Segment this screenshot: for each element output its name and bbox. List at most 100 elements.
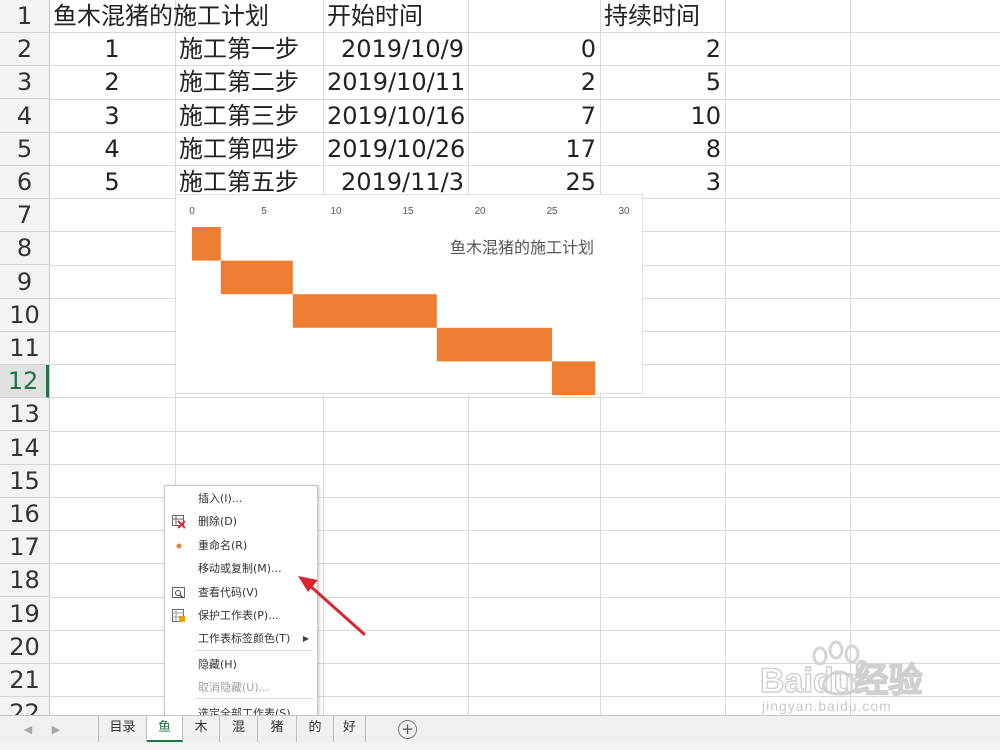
- menu-separator: [195, 650, 313, 651]
- x-tick-label: 30: [618, 206, 630, 217]
- gantt-bar[interactable]: [552, 361, 596, 395]
- cell-c1[interactable]: 开始时间: [323, 0, 469, 33]
- cell-d5[interactable]: 17: [468, 133, 600, 166]
- row-header[interactable]: 13: [0, 398, 49, 432]
- status-bar: [0, 743, 1000, 750]
- menu-item-label: 删除(D): [198, 515, 238, 528]
- x-tick-label: 5: [261, 206, 267, 217]
- watermark-url: jingyan.baidu.com: [762, 698, 892, 714]
- gantt-chart[interactable]: 0 5 10 15 20 25 30 鱼木混猪的施工计划: [175, 194, 643, 395]
- row-header[interactable]: 5: [0, 133, 49, 166]
- cell-e1[interactable]: 持续时间: [600, 0, 725, 33]
- baidu-paw-logo-icon: Baidu经验: [759, 640, 923, 701]
- cell-a5[interactable]: 4: [49, 133, 175, 166]
- column-gridline: [725, 0, 726, 715]
- sheet-tab[interactable]: 鱼: [147, 716, 183, 742]
- row-header[interactable]: 4: [0, 100, 49, 133]
- row-header[interactable]: 11: [0, 332, 49, 365]
- cell-b4[interactable]: 施工第三步: [175, 100, 325, 133]
- cell-a6[interactable]: 5: [49, 166, 175, 199]
- cell-e2[interactable]: 2: [600, 33, 725, 66]
- row-header[interactable]: 22: [0, 697, 49, 715]
- menu-item-label: 保护工作表(P)...: [198, 609, 279, 622]
- chart-title: 鱼木混猪的施工计划: [450, 238, 594, 257]
- sheet-tab[interactable]: 目录: [98, 716, 147, 742]
- cell-a3[interactable]: 2: [49, 66, 175, 99]
- sheet-tab[interactable]: 好: [334, 716, 366, 742]
- cell-e4[interactable]: 10: [600, 100, 725, 133]
- row-header[interactable]: 20: [0, 631, 49, 664]
- gantt-bar[interactable]: [192, 227, 221, 261]
- cell-c3[interactable]: 2019/10/11: [323, 66, 468, 99]
- x-tick-label: 15: [402, 206, 414, 217]
- menu-item[interactable]: 隐藏(H): [165, 654, 317, 676]
- row-header[interactable]: 21: [0, 664, 49, 697]
- tab-scroll-left-icon[interactable]: ◀: [20, 722, 36, 738]
- gantt-bar[interactable]: [220, 260, 293, 295]
- row-gridline: [49, 463, 1000, 465]
- sheet-tab[interactable]: 的: [297, 716, 334, 742]
- view-code-icon: [172, 586, 186, 600]
- row-header[interactable]: 6: [0, 166, 49, 199]
- menu-item-label: 插入(I)...: [198, 492, 243, 505]
- cell-d4[interactable]: 7: [468, 100, 600, 133]
- row-header[interactable]: 1: [0, 0, 49, 33]
- gantt-chart-svg: 0 5 10 15 20 25 30 鱼木混猪的施工计划: [189, 206, 630, 395]
- menu-separator: [195, 698, 313, 699]
- bullet-dot-icon: [172, 539, 186, 553]
- sheet-tab[interactable]: 混: [220, 716, 258, 742]
- row-headers: 1 2 3 4 5 6 7 8 9 10 11 12 13 14 15 16 17 18 19 20 21 22: [0, 0, 50, 715]
- delete-sheet-icon: [172, 515, 186, 529]
- menu-item-label: 查看代码(V): [198, 586, 259, 599]
- cell-c4[interactable]: 2019/10/16: [323, 100, 468, 133]
- row-header[interactable]: 8: [0, 232, 49, 266]
- row-header[interactable]: 16: [0, 498, 49, 531]
- row-header[interactable]: 18: [0, 564, 49, 598]
- row-header[interactable]: 17: [0, 531, 49, 565]
- row-header[interactable]: 10: [0, 299, 49, 332]
- sheet-tab[interactable]: 木: [183, 716, 220, 742]
- row-header[interactable]: 12: [0, 365, 49, 399]
- cell-a4[interactable]: 3: [49, 100, 175, 133]
- cell-e3[interactable]: 5: [600, 66, 725, 99]
- row-header[interactable]: 14: [0, 432, 49, 465]
- x-tick-label: 10: [330, 206, 342, 217]
- cell-c5[interactable]: 2019/10/26: [323, 133, 468, 166]
- annotation-arrow-icon: [298, 576, 366, 636]
- x-tick-label: 0: [189, 206, 195, 217]
- menu-item[interactable]: 删除(D): [165, 511, 317, 533]
- menu-item: 取消隐藏(U)...: [165, 677, 317, 699]
- sheet-tab[interactable]: 猪: [258, 716, 297, 742]
- tab-scroll-right-icon[interactable]: ▶: [48, 722, 64, 738]
- gantt-bar[interactable]: [436, 327, 552, 362]
- menu-item-label: 移动或复制(M)...: [198, 562, 282, 575]
- menu-item[interactable]: 重命名(R): [165, 535, 317, 557]
- row-header[interactable]: 3: [0, 66, 49, 100]
- sheet-tab-bar: ◀ ▶ 目录鱼木混猪的好 +: [0, 715, 1000, 744]
- cell-b2[interactable]: 施工第一步: [175, 33, 325, 66]
- watermark-brand: Baidu经验: [760, 661, 922, 700]
- cell-a2[interactable]: 1: [49, 33, 175, 66]
- cell-c2[interactable]: 2019/10/9: [323, 33, 468, 66]
- cell-d2[interactable]: 0: [468, 33, 600, 66]
- protect-sheet-icon: [172, 609, 186, 623]
- x-tick-label: 20: [474, 206, 486, 217]
- x-tick-label: 25: [546, 206, 558, 217]
- row-header[interactable]: 15: [0, 465, 49, 498]
- gantt-bar[interactable]: [292, 294, 437, 328]
- column-gridline: [850, 0, 851, 715]
- menu-item[interactable]: 插入(I)...: [165, 488, 317, 510]
- cell-d3[interactable]: 2: [468, 66, 600, 99]
- cell-a1[interactable]: 鱼木混猪的施工计划: [49, 0, 349, 33]
- baidu-watermark: Baidu经验 jingyan.baidu.com: [759, 640, 990, 720]
- cell-b3[interactable]: 施工第二步: [175, 66, 325, 99]
- row-header[interactable]: 19: [0, 598, 49, 631]
- row-header[interactable]: 9: [0, 266, 49, 299]
- menu-item-label: 重命名(R): [198, 539, 248, 552]
- cell-b5[interactable]: 施工第四步: [175, 133, 325, 166]
- cell-e5[interactable]: 8: [600, 133, 725, 166]
- row-gridline: [49, 397, 1000, 399]
- row-header[interactable]: 7: [0, 199, 49, 233]
- add-sheet-button[interactable]: +: [398, 720, 417, 739]
- row-header[interactable]: 2: [0, 33, 49, 67]
